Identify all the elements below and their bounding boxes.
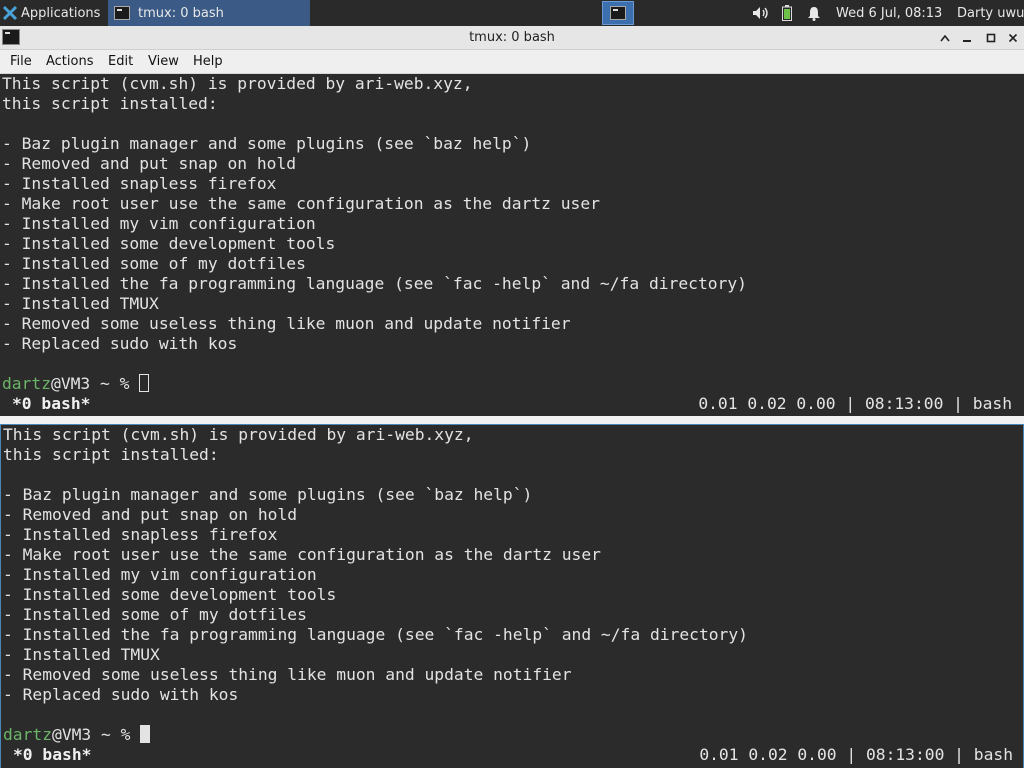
terminal-line: - Replaced sudo with kos (2, 334, 238, 353)
tmux-status-info: 0.01 0.02 0.00 | 08:13:00 | bash (698, 394, 1012, 413)
clock[interactable]: Wed 6 Jul, 08:13 (836, 0, 942, 26)
battery-icon[interactable] (780, 0, 794, 26)
terminal-icon (114, 6, 130, 20)
user-menu[interactable]: Darty uwu (957, 0, 1024, 26)
text-cursor (140, 725, 151, 743)
terminal-line: This script (cvm.sh) is provided by ari-… (3, 425, 474, 444)
terminal-line: - Installed my vim configuration (2, 214, 316, 233)
maximize-icon[interactable] (982, 29, 1000, 47)
terminal-line: - Baz plugin manager and some plugins (s… (3, 485, 533, 504)
window-titlebar[interactable]: tmux: 0 bash (0, 26, 1024, 50)
menubar: File Actions Edit View Help (0, 50, 1024, 74)
terminal-line: this script installed: (3, 445, 219, 464)
terminal-line: - Removed some useless thing like muon a… (2, 314, 571, 333)
pane-divider[interactable] (0, 416, 1024, 424)
terminal-line: - Installed some of my dotfiles (3, 605, 307, 624)
terminal-line: - Replaced sudo with kos (3, 685, 239, 704)
terminal-line: - Installed my vim configuration (3, 565, 317, 584)
tmux-status-bar: *0 bash* 0.01 0.02 0.00 | 08:13:00 | bash (1, 745, 1024, 765)
workspace-switcher[interactable] (602, 1, 634, 25)
shell-prompt[interactable]: dartz@VM3 ~ % (2, 374, 150, 394)
terminal-line: - Installed some development tools (2, 234, 336, 253)
terminal-line: - Installed the fa programming language … (2, 274, 747, 293)
terminal-line: This script (cvm.sh) is provided by ari-… (2, 74, 473, 93)
prompt-host-path: @VM3 ~ % (52, 725, 141, 744)
menu-actions[interactable]: Actions (46, 54, 94, 69)
applications-label: Applications (21, 5, 101, 21)
terminal-line: - Installed TMUX (3, 645, 160, 664)
menu-view[interactable]: View (148, 54, 179, 69)
taskbar-window-label: tmux: 0 bash (138, 5, 224, 21)
shell-prompt[interactable]: dartz@VM3 ~ % (3, 725, 151, 745)
terminal-line: this script installed: (2, 94, 218, 113)
terminal-line: - Removed some useless thing like muon a… (3, 665, 572, 684)
prompt-user: dartz (3, 725, 53, 744)
terminal-line: - Installed the fa programming language … (3, 625, 748, 644)
bell-icon[interactable] (806, 0, 822, 26)
prompt-host-path: @VM3 ~ % (51, 374, 140, 393)
terminal-line: - Installed TMUX (2, 294, 159, 313)
terminal-line: - Make root user use the same configurat… (2, 194, 600, 213)
menu-help[interactable]: Help (193, 54, 223, 69)
menu-edit[interactable]: Edit (108, 54, 133, 69)
tmux-pane-top[interactable]: This script (cvm.sh) is provided by ari-… (0, 74, 1024, 416)
terminal-line: - Make root user use the same configurat… (3, 545, 601, 564)
prompt-user: dartz (2, 374, 52, 393)
terminal-line: - Removed and put snap on hold (3, 505, 298, 524)
tmux-status-bar: *0 bash* 0.01 0.02 0.00 | 08:13:00 | bash (0, 394, 1024, 414)
terminal-line: - Installed snapless firefox (3, 525, 278, 544)
menu-file[interactable]: File (10, 54, 32, 69)
taskbar-window-button[interactable]: tmux: 0 bash (108, 0, 310, 26)
terminal-line: - Baz plugin manager and some plugins (s… (2, 134, 532, 153)
chevron-up-icon[interactable] (936, 29, 954, 47)
terminal-icon (610, 6, 626, 20)
close-icon[interactable] (1004, 29, 1022, 47)
terminal-line: - Installed some of my dotfiles (2, 254, 306, 273)
tmux-pane-bottom[interactable]: This script (cvm.sh) is provided by ari-… (0, 424, 1024, 768)
terminal-line: - Installed some development tools (3, 585, 337, 604)
tmux-window-name[interactable]: *0 bash* (13, 745, 91, 765)
tmux-status-info: 0.01 0.02 0.00 | 08:13:00 | bash (699, 745, 1013, 764)
window-title: tmux: 0 bash (469, 30, 555, 45)
text-cursor (139, 374, 150, 392)
volume-icon[interactable] (752, 0, 770, 26)
terminal-line: - Removed and put snap on hold (2, 154, 297, 173)
terminal-line: - Installed snapless firefox (2, 174, 277, 193)
applications-menu-button[interactable]: Applications (0, 0, 106, 26)
xfce-icon (2, 5, 18, 21)
minimize-icon[interactable] (958, 29, 976, 47)
tmux-window-name[interactable]: *0 bash* (12, 394, 90, 414)
top-panel: Applications tmux: 0 bash Wed 6 Jul, 08:… (0, 0, 1024, 26)
